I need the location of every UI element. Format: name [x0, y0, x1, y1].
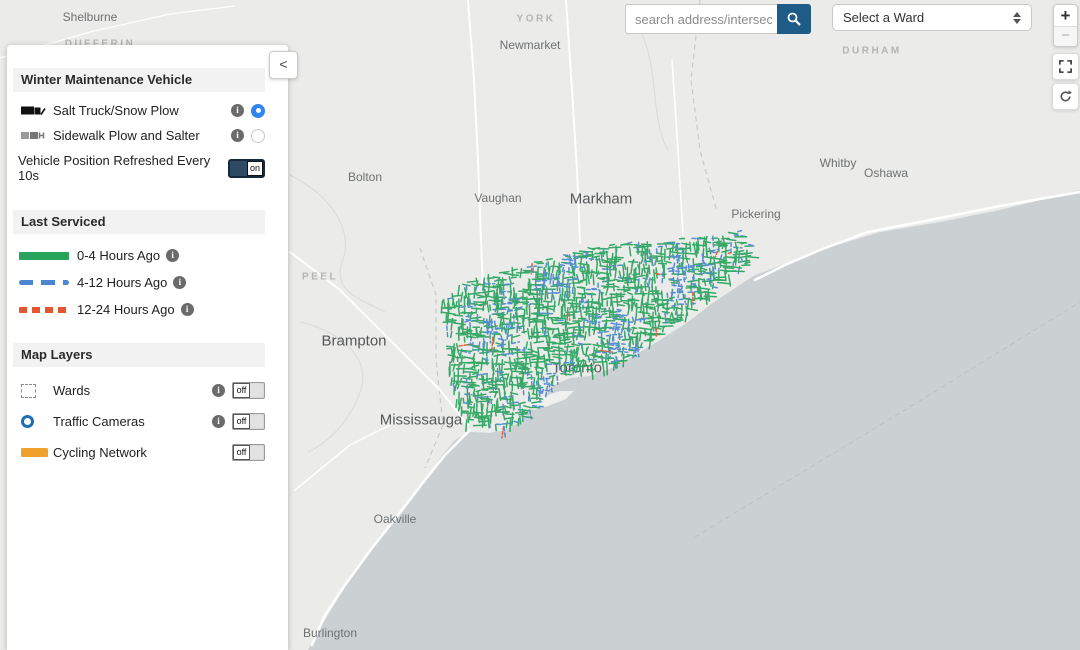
section-title-last-serviced: Last Serviced — [13, 210, 265, 234]
panel-collapse-button[interactable]: < — [269, 51, 298, 79]
legend-label: 0-4 Hours Ago — [77, 248, 160, 263]
section-title-map-layers: Map Layers — [13, 343, 265, 367]
refresh-toggle[interactable]: on — [228, 159, 265, 178]
legend-swatch-12-24 — [19, 307, 69, 313]
layer-row-wards: Wards i off — [13, 375, 265, 406]
refresh-row: Vehicle Position Refreshed Every 10s on — [13, 148, 265, 188]
layer-label: Wards — [53, 383, 212, 398]
search-input[interactable] — [625, 4, 777, 34]
legend-swatch-4-12 — [19, 280, 69, 285]
legend-item-4-12: 4-12 Hours Ago i — [13, 269, 265, 296]
sidewalk-plow-icon — [21, 129, 53, 142]
vehicle-option-salt-truck: Salt Truck/Snow Plow i — [13, 98, 265, 123]
fullscreen-icon — [1058, 59, 1073, 74]
wards-icon — [21, 384, 53, 398]
wards-toggle-state: off — [233, 383, 250, 398]
fullscreen-button[interactable] — [1052, 53, 1079, 80]
layer-row-traffic-cameras: Traffic Cameras i off — [13, 406, 265, 437]
legend-swatch-0-4 — [19, 252, 69, 260]
ward-select-value: Select a Ward — [843, 10, 1013, 25]
info-icon-salt-truck[interactable]: i — [231, 104, 244, 117]
traffic-camera-icon — [21, 415, 53, 428]
radio-sidewalk-plow[interactable] — [251, 129, 265, 143]
search-box — [625, 4, 811, 34]
app-viewport: ShelburneDUFFERINYORKNewmarketDURHAMBolt… — [0, 0, 1080, 650]
zoom-out-button: − — [1054, 27, 1077, 46]
ward-select[interactable]: Select a Ward — [832, 4, 1032, 31]
legend-item-12-24: 12-24 Hours Ago i — [13, 296, 265, 323]
legend-label: 4-12 Hours Ago — [77, 275, 167, 290]
traffic-cameras-toggle-state: off — [233, 414, 250, 429]
legend-item-0-4: 0-4 Hours Ago i — [13, 242, 265, 269]
vehicle-option-sidewalk-plow: Sidewalk Plow and Salter i — [13, 123, 265, 148]
cycling-network-toggle-state: off — [233, 445, 250, 460]
info-icon-wards[interactable]: i — [212, 384, 225, 397]
info-icon-0-4[interactable]: i — [166, 249, 179, 262]
info-icon-sidewalk-plow[interactable]: i — [231, 129, 244, 142]
refresh-toggle-state: on — [247, 161, 263, 176]
radio-salt-truck[interactable] — [251, 104, 265, 118]
layer-row-cycling-network: Cycling Network off — [13, 437, 265, 468]
layer-label: Traffic Cameras — [53, 414, 212, 429]
zoom-in-button[interactable]: + — [1054, 5, 1077, 27]
layer-label: Cycling Network — [53, 445, 232, 460]
info-icon-12-24[interactable]: i — [181, 303, 194, 316]
select-stepper-icon — [1013, 12, 1021, 24]
search-icon — [786, 11, 802, 27]
wards-toggle[interactable]: off — [232, 382, 265, 399]
cycling-network-toggle[interactable]: off — [232, 444, 265, 461]
legend-panel: Winter Maintenance Vehicle Salt Truck/Sn… — [7, 45, 288, 650]
refresh-icon — [1058, 89, 1073, 104]
info-icon-traffic-cameras[interactable]: i — [212, 415, 225, 428]
section-title-vehicle: Winter Maintenance Vehicle — [13, 68, 265, 92]
salt-truck-icon — [21, 104, 53, 117]
vehicle-option-label: Sidewalk Plow and Salter — [53, 128, 231, 143]
traffic-cameras-toggle[interactable]: off — [232, 413, 265, 430]
legend-label: 12-24 Hours Ago — [77, 302, 175, 317]
vehicle-option-label: Salt Truck/Snow Plow — [53, 103, 231, 118]
refresh-button[interactable] — [1052, 83, 1079, 110]
cycling-network-icon — [21, 448, 53, 457]
info-icon-4-12[interactable]: i — [173, 276, 186, 289]
zoom-control: + − — [1053, 4, 1078, 47]
refresh-label: Vehicle Position Refreshed Every 10s — [18, 153, 228, 183]
search-button[interactable] — [777, 4, 811, 34]
